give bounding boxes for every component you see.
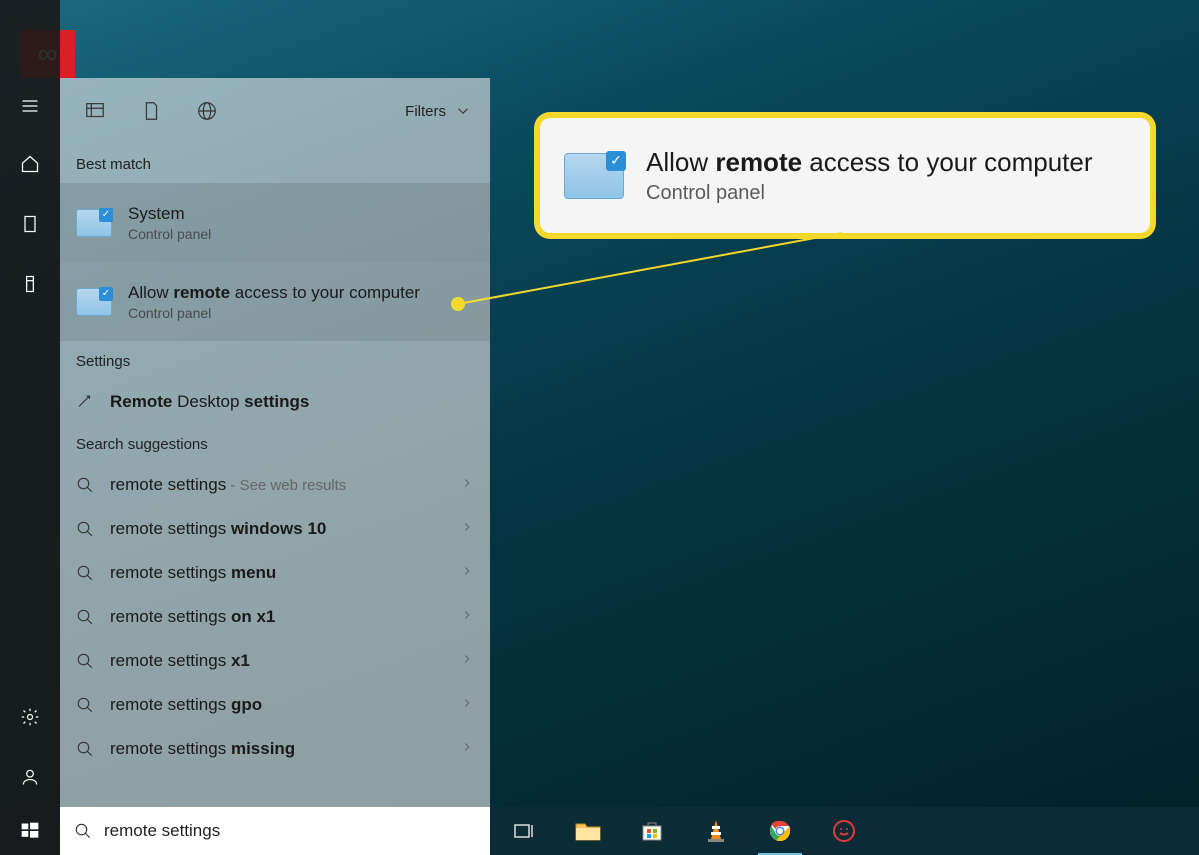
scope-apps-icon[interactable] xyxy=(72,88,118,134)
scope-web-icon[interactable] xyxy=(184,88,230,134)
vlc-icon[interactable] xyxy=(700,815,732,847)
search-suggestion[interactable]: remote settings menu xyxy=(60,551,490,595)
filters-button[interactable]: Filters xyxy=(405,102,478,120)
suggestion-label: remote settings windows 10 xyxy=(110,519,444,539)
search-icon xyxy=(76,520,94,538)
chevron-right-icon xyxy=(460,520,474,539)
account-icon[interactable] xyxy=(0,747,60,807)
suggestion-label: remote settings x1 xyxy=(110,651,444,671)
result-subtitle: Control panel xyxy=(128,305,420,321)
scope-documents-icon[interactable] xyxy=(128,88,174,134)
result-title: System xyxy=(128,204,211,224)
search-icon xyxy=(74,822,92,840)
callout-subtitle: Control panel xyxy=(646,182,1093,205)
search-icon xyxy=(76,564,94,582)
search-input[interactable] xyxy=(104,821,476,841)
start-search-panel: Filters Best match System Control panel … xyxy=(60,78,490,807)
result-title: Allow remote access to your computer xyxy=(128,283,420,303)
chevron-right-icon xyxy=(460,652,474,671)
suggestion-label: remote settings on x1 xyxy=(110,607,444,627)
file-explorer-icon[interactable] xyxy=(572,815,604,847)
search-icon xyxy=(76,696,94,714)
home-icon[interactable] xyxy=(0,134,60,194)
chevron-right-icon xyxy=(460,476,474,495)
callout-title: Allow remote access to your computer xyxy=(646,147,1093,178)
search-suggestion[interactable]: remote settings missing xyxy=(60,727,490,771)
suggestions-header: Search suggestions xyxy=(60,424,490,463)
search-icon xyxy=(76,608,94,626)
search-suggestion[interactable]: remote settings - See web results xyxy=(60,463,490,507)
taskbar xyxy=(490,807,1199,855)
chevron-down-icon xyxy=(454,102,472,120)
settings-result-label: Remote Desktop settings xyxy=(110,392,474,412)
search-suggestion[interactable]: remote settings x1 xyxy=(60,639,490,683)
chevron-right-icon xyxy=(460,740,474,759)
suggestion-label: remote settings - See web results xyxy=(110,475,444,495)
chevron-right-icon xyxy=(460,608,474,627)
app-red-circle-icon[interactable] xyxy=(828,815,860,847)
search-panel-header: Filters xyxy=(60,78,490,144)
documents-icon[interactable] xyxy=(0,194,60,254)
result-subtitle: Control panel xyxy=(128,226,211,242)
search-suggestion[interactable]: remote settings windows 10 xyxy=(60,507,490,551)
best-match-header: Best match xyxy=(60,144,490,183)
filters-label: Filters xyxy=(405,103,446,120)
best-match-result-remote-access[interactable]: Allow remote access to your computer Con… xyxy=(60,262,490,341)
control-panel-icon xyxy=(76,288,112,316)
best-match-result-system[interactable]: System Control panel xyxy=(60,183,490,262)
search-icon xyxy=(76,652,94,670)
suggestion-label: remote settings missing xyxy=(110,739,444,759)
settings-result-icon xyxy=(76,393,94,411)
chrome-icon[interactable] xyxy=(764,815,796,847)
suggestion-label: remote settings gpo xyxy=(110,695,444,715)
settings-header: Settings xyxy=(60,341,490,380)
task-view-icon[interactable] xyxy=(508,815,540,847)
start-left-rail xyxy=(0,0,60,855)
start-button[interactable] xyxy=(0,807,60,855)
search-icon xyxy=(76,740,94,758)
settings-icon[interactable] xyxy=(0,687,60,747)
callout-highlight: Allow remote access to your computer Con… xyxy=(540,118,1150,233)
chevron-right-icon xyxy=(460,696,474,715)
search-suggestion[interactable]: remote settings on x1 xyxy=(60,595,490,639)
apps-icon[interactable] xyxy=(0,254,60,314)
suggestion-label: remote settings menu xyxy=(110,563,444,583)
hamburger-icon[interactable] xyxy=(0,78,60,134)
search-suggestion[interactable]: remote settings gpo xyxy=(60,683,490,727)
control-panel-icon xyxy=(76,209,112,237)
chevron-right-icon xyxy=(460,564,474,583)
control-panel-icon xyxy=(564,153,624,199)
search-icon xyxy=(76,476,94,494)
search-bar[interactable] xyxy=(60,807,490,855)
microsoft-store-icon[interactable] xyxy=(636,815,668,847)
settings-result-remote-desktop[interactable]: Remote Desktop settings xyxy=(60,380,490,424)
